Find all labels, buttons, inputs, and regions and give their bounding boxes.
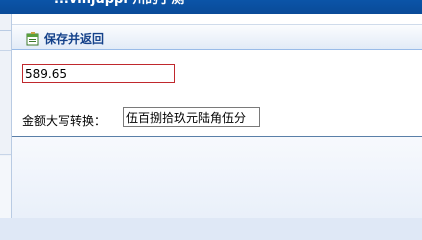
- amount-input[interactable]: [22, 64, 175, 83]
- left-panel-divider: [0, 154, 11, 155]
- left-panel-section: [0, 156, 11, 218]
- left-side-panel: [0, 14, 12, 218]
- save-and-return-button[interactable]: 保存并返回: [26, 29, 104, 47]
- left-panel-divider: [0, 30, 11, 31]
- amount-uppercase-output[interactable]: [123, 107, 260, 127]
- lower-blank-area: [12, 137, 422, 218]
- window-title: ...vinjuppl 州的子测: [54, 0, 184, 8]
- save-and-return-label: 保存并返回: [44, 31, 105, 46]
- main-panel: 保存并返回 金额大写转换：: [12, 14, 422, 218]
- left-panel-divider: [0, 50, 11, 51]
- amount-uppercase-label: 金额大写转换：: [22, 114, 107, 128]
- toolbar: 保存并返回: [12, 24, 422, 50]
- save-back-icon: [26, 31, 40, 46]
- window-title-bar: ...vinjuppl 州的子测: [0, 0, 422, 14]
